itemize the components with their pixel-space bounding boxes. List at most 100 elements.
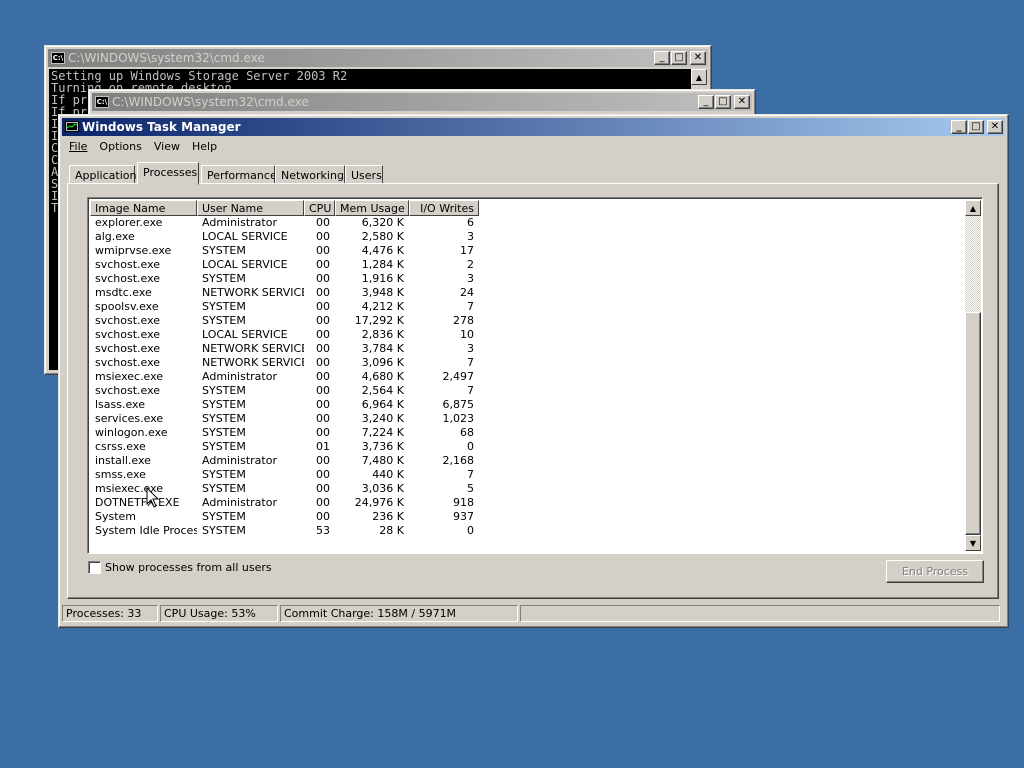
close-icon: ✕ [990,121,1000,132]
process-image-name: services.exe [95,412,164,425]
close-button[interactable]: ✕ [734,95,750,109]
cmd-back-title: C:\WINDOWS\system32\cmd.exe [68,51,265,65]
column-cpu[interactable]: CPU [304,200,335,216]
list-scroll-down[interactable]: ▼ [965,535,981,551]
process-user-name: NETWORK SERVICE [202,342,304,355]
status-processes: Processes: 33 [62,605,158,622]
table-row[interactable]: wmiprvse.exe SYSTEM 00 4,476 K 17 [90,244,479,258]
table-row[interactable]: System SYSTEM 00 236 K 937 [90,510,479,524]
task-manager-window[interactable]: Windows Task Manager _ □ ✕ File Options … [58,114,1009,628]
table-row[interactable]: spoolsv.exe SYSTEM 00 4,212 K 7 [90,300,479,314]
table-row[interactable]: smss.exe SYSTEM 00 440 K 7 [90,468,479,482]
minimize-button[interactable]: _ [951,120,967,134]
maximize-button[interactable]: □ [671,51,687,65]
process-mem-usage: 7,224 K [361,426,404,439]
column-io-writes[interactable]: I/O Writes [409,200,479,216]
list-scroll-up[interactable]: ▲ [965,200,981,216]
process-io-writes: 7 [467,356,474,369]
tab-strip: Applications Processes Performance Netwo… [67,162,987,185]
cmd-front-titlebar[interactable]: C:\ C:\WINDOWS\system32\cmd.exe _ □ ✕ [92,93,752,111]
process-user-name: LOCAL SERVICE [202,328,288,341]
table-row[interactable]: svchost.exe SYSTEM 00 2,564 K 7 [90,384,479,398]
tab-processes[interactable]: Processes [137,162,199,185]
process-cpu: 00 [316,216,330,229]
menu-file[interactable]: File [63,138,93,156]
process-cpu: 00 [316,384,330,397]
process-user-name: NETWORK SERVICE [202,356,304,369]
list-scroll-thumb[interactable] [965,312,981,535]
process-io-writes: 6,875 [442,398,475,411]
maximize-button[interactable]: □ [715,95,731,109]
process-user-name: SYSTEM [202,440,246,453]
table-row[interactable]: svchost.exe NETWORK SERVICE 00 3,096 K 7 [90,356,479,370]
menu-options[interactable]: Options [93,138,147,156]
table-row[interactable]: services.exe SYSTEM 00 3,240 K 1,023 [90,412,479,426]
column-image-name[interactable]: Image Name [90,200,197,216]
menu-help[interactable]: Help [186,138,223,156]
status-commit-charge: Commit Charge: 158M / 5971M [280,605,518,622]
process-mem-usage: 3,240 K [361,412,404,425]
task-manager-titlebar[interactable]: Windows Task Manager _ □ ✕ [62,118,1005,136]
table-row[interactable]: svchost.exe SYSTEM 00 17,292 K 278 [90,314,479,328]
process-io-writes: 17 [460,244,474,257]
table-row[interactable]: msiexec.exe Administrator 00 4,680 K 2,497 [90,370,479,384]
table-row[interactable]: lsass.exe SYSTEM 00 6,964 K 6,875 [90,398,479,412]
close-button[interactable]: ✕ [690,51,706,65]
table-row[interactable]: msdtc.exe NETWORK SERVICE 00 3,948 K 24 [90,286,479,300]
process-list[interactable]: Image Name User Name CPU Mem Usage I/O W… [87,197,983,554]
column-mem-usage[interactable]: Mem Usage [335,200,409,216]
table-row[interactable]: svchost.exe LOCAL SERVICE 00 1,284 K 2 [90,258,479,272]
column-user-name[interactable]: User Name [197,200,304,216]
process-image-name: csrss.exe [95,440,146,453]
process-mem-usage: 6,964 K [361,398,404,411]
process-user-name: SYSTEM [202,426,246,439]
minimize-button[interactable]: _ [698,95,714,109]
table-row[interactable]: winlogon.exe SYSTEM 00 7,224 K 68 [90,426,479,440]
status-empty [520,605,1000,622]
process-io-writes: 2,497 [442,370,475,383]
process-mem-usage: 3,784 K [361,342,404,355]
show-all-users-option[interactable]: Show processes from all users [88,561,272,574]
minimize-button[interactable]: _ [654,51,670,65]
show-all-users-checkbox[interactable] [88,561,101,574]
process-io-writes: 0 [467,524,474,537]
table-row[interactable]: csrss.exe SYSTEM 01 3,736 K 0 [90,440,479,454]
show-all-users-label: Show processes from all users [105,561,272,574]
process-cpu: 00 [316,356,330,369]
table-row[interactable]: svchost.exe NETWORK SERVICE 00 3,784 K 3 [90,342,479,356]
process-user-name: SYSTEM [202,272,246,285]
table-row[interactable]: svchost.exe SYSTEM 00 1,916 K 3 [90,272,479,286]
close-button[interactable]: ✕ [987,120,1003,134]
process-io-writes: 3 [467,342,474,355]
process-mem-usage: 4,680 K [361,370,404,383]
process-cpu: 00 [316,286,330,299]
process-user-name: SYSTEM [202,384,246,397]
tab-performance[interactable]: Performance [201,165,277,184]
process-io-writes: 3 [467,272,474,285]
cmd-back-scroll-up[interactable]: ▲ [691,69,707,85]
process-image-name: svchost.exe [95,342,161,355]
process-mem-usage: 1,916 K [361,272,404,285]
cmd-back-titlebar[interactable]: C:\ C:\WINDOWS\system32\cmd.exe _ □ ✕ [48,49,708,67]
process-io-writes: 0 [467,440,474,453]
end-process-button[interactable]: End Process [886,560,984,583]
minimize-icon: _ [956,121,962,132]
table-row[interactable]: System Idle Process SYSTEM 53 28 K 0 [90,524,479,538]
process-user-name: SYSTEM [202,482,246,495]
tab-users[interactable]: Users [345,165,383,184]
table-row[interactable]: svchost.exe LOCAL SERVICE 00 2,836 K 10 [90,328,479,342]
maximize-button[interactable]: □ [968,120,984,134]
tab-applications[interactable]: Applications [69,165,142,184]
process-image-name: spoolsv.exe [95,300,159,313]
menu-view[interactable]: View [148,138,186,156]
process-cpu: 00 [316,272,330,285]
process-cpu: 01 [316,440,330,453]
table-row[interactable]: install.exe Administrator 00 7,480 K 2,168 [90,454,479,468]
tab-networking[interactable]: Networking [275,165,345,184]
process-user-name: SYSTEM [202,314,246,327]
table-row[interactable]: alg.exe LOCAL SERVICE 00 2,580 K 3 [90,230,479,244]
process-image-name: msiexec.exe [95,370,164,383]
table-row[interactable]: explorer.exe Administrator 00 6,320 K 6 [90,216,479,230]
process-cpu: 00 [316,258,330,271]
process-io-writes: 1,023 [442,412,475,425]
